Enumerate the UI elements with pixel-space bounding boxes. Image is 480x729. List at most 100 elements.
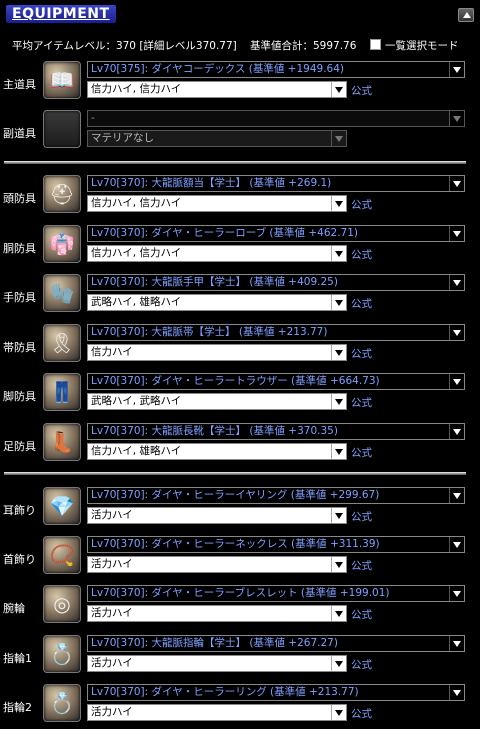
feet-armor-icon: 👢 (43, 423, 81, 461)
materia-select[interactable]: 活力ハイ (87, 605, 347, 622)
body-armor-icon: 👘 (43, 225, 81, 263)
item-select[interactable]: Lv70[370]: ダイヤ・ヒーラートラウザー (基準値 +664.73) (87, 373, 465, 390)
chevron-down-icon (331, 394, 346, 409)
official-link[interactable]: 公式 (351, 83, 372, 98)
item-select[interactable]: Lv70[370]: 大龍脈指輪【学士】 (基準値 +267.27) (87, 635, 465, 652)
item-select[interactable]: Lv70[370]: 大龍脈額当【学士】 (基準値 +269.1) (87, 175, 465, 192)
materia-select[interactable]: 活力ハイ (87, 655, 347, 672)
chevron-down-icon (449, 537, 464, 552)
chevron-down-icon (449, 176, 464, 191)
chevron-down-icon (331, 131, 346, 146)
materia-select[interactable]: マテリアなし (87, 130, 347, 147)
official-link[interactable]: 公式 (351, 296, 372, 311)
leg-armor-icon: 👖 (43, 373, 81, 411)
item-select[interactable]: Lv70[370]: 大龍脈帯【学士】 (基準値 +213.77) (87, 324, 465, 341)
official-link[interactable]: 公式 (351, 395, 372, 410)
materia-select[interactable]: 信力ハイ, 信力ハイ (87, 195, 347, 212)
equipment-row: 主道具 📖 Lv70[375]: ダイヤコーデックス (基準値 +1949.64) 信… (0, 60, 480, 106)
materia-select[interactable]: 武略ハイ, 武略ハイ (87, 393, 347, 410)
item-select-value: Lv70[370]: 大龍脈長靴【学士】 (基準値 +370.35) (91, 425, 338, 437)
materia-select[interactable]: 信力ハイ, 雄略ハイ (87, 443, 347, 460)
materia-select[interactable]: 信力ハイ, 信力ハイ (87, 81, 347, 98)
equipment-row: 首飾り 📿 Lv70[370]: ダイヤ・ヒーラーネックレス (基準値 +311.3… (0, 535, 480, 581)
slot-label: 手防具 (3, 291, 36, 304)
materia-select[interactable]: 活力ハイ (87, 556, 347, 573)
official-link[interactable]: 公式 (351, 509, 372, 524)
slot-label: 帯防具 (3, 341, 36, 354)
item-select[interactable]: Lv70[370]: ダイヤ・ヒーラーブレスレット (基準値 +199.01) (87, 585, 465, 602)
equipment-row: 胴防具 👘 Lv70[370]: ダイヤ・ヒーラーローブ (基準値 +462.71)… (0, 224, 480, 270)
base-value-total: 基準値合計：5997.76 (250, 40, 357, 52)
materia-select-value: 活力ハイ (91, 558, 133, 570)
list-mode-checkbox[interactable] (370, 39, 381, 50)
materia-select[interactable]: 活力ハイ (87, 507, 347, 524)
slot-label: 腕輪 (3, 602, 25, 615)
hand-armor-icon: 🧤 (43, 274, 81, 312)
official-link[interactable]: 公式 (351, 657, 372, 672)
equipment-row: 耳飾り 💎 Lv70[370]: ダイヤ・ヒーラーイヤリング (基準値 +299.6… (0, 486, 480, 532)
equipment-row: 指輪2 💍 Lv70[370]: ダイヤ・ヒーラーリング (基準値 +213.77)… (0, 683, 480, 729)
slot-label: 指輪2 (3, 701, 32, 714)
chevron-down-icon (449, 226, 464, 241)
chevron-down-icon (331, 508, 346, 523)
item-select[interactable]: Lv70[370]: 大龍脈長靴【学士】 (基準値 +370.35) (87, 423, 465, 440)
item-select-value: Lv70[370]: 大龍脈指輪【学士】 (基準値 +267.27) (91, 637, 338, 649)
materia-select[interactable]: 活力ハイ (87, 704, 347, 721)
summary-bar: 平均アイテムレベル：370 [詳細レベル370.77] 基準値合計：5997.7… (12, 38, 472, 52)
item-select[interactable]: Lv70[370]: 大龍脈手甲【学士】 (基準値 +409.25) (87, 274, 465, 291)
chevron-down-icon (449, 586, 464, 601)
item-select-value: Lv70[375]: ダイヤコーデックス (基準値 +1949.64) (91, 63, 344, 75)
item-select[interactable]: Lv70[370]: ダイヤ・ヒーラーローブ (基準値 +462.71) (87, 225, 465, 242)
materia-select-value: 信力ハイ, 信力ハイ (91, 247, 182, 259)
item-select[interactable]: Lv70[375]: ダイヤコーデックス (基準値 +1949.64) (87, 61, 465, 78)
official-link[interactable]: 公式 (351, 197, 372, 212)
list-mode-label: 一覧選択モード (385, 40, 459, 52)
materia-select-value: 信力ハイ, 信力ハイ (91, 83, 182, 95)
item-select-value: Lv70[370]: ダイヤ・ヒーラートラウザー (基準値 +664.73) (91, 375, 380, 387)
item-select-value: - (91, 112, 95, 124)
materia-select-value: 信力ハイ (91, 346, 133, 358)
official-link[interactable]: 公式 (351, 247, 372, 262)
item-select[interactable]: Lv70[370]: ダイヤ・ヒーラーイヤリング (基準値 +299.67) (87, 487, 465, 504)
official-link[interactable]: 公式 (351, 445, 372, 460)
panel-title: EQUIPMENT (6, 5, 116, 23)
slot-label: 副道具 (3, 127, 36, 140)
materia-select[interactable]: 信力ハイ, 信力ハイ (87, 245, 347, 262)
chevron-down-icon (449, 275, 464, 290)
official-link[interactable]: 公式 (351, 346, 372, 361)
section-divider (4, 161, 466, 164)
chevron-down-icon (449, 636, 464, 651)
slot-label: 脚防具 (3, 390, 36, 403)
chevron-down-icon (449, 488, 464, 503)
item-select-value: Lv70[370]: ダイヤ・ヒーラーローブ (基準値 +462.71) (91, 227, 358, 239)
chevron-down-icon (331, 295, 346, 310)
chevron-down-icon (331, 82, 346, 97)
materia-select-value: 武略ハイ, 雄略ハイ (91, 296, 182, 308)
chevron-down-icon (331, 705, 346, 720)
materia-select[interactable]: 武略ハイ, 雄略ハイ (87, 294, 347, 311)
chevron-down-icon (331, 656, 346, 671)
item-select[interactable]: Lv70[370]: ダイヤ・ヒーラーリング (基準値 +213.77) (87, 684, 465, 701)
materia-select-value: 活力ハイ (91, 706, 133, 718)
collapse-up-icon[interactable] (458, 8, 474, 22)
official-link[interactable]: 公式 (351, 706, 372, 721)
materia-select[interactable]: 信力ハイ (87, 344, 347, 361)
item-select-value: Lv70[370]: ダイヤ・ヒーラーネックレス (基準値 +311.39) (91, 538, 380, 550)
item-select-value: Lv70[370]: ダイヤ・ヒーラーリング (基準値 +213.77) (91, 686, 359, 698)
necklace-icon: 📿 (43, 536, 81, 574)
slot-label: 主道具 (3, 78, 36, 91)
head-armor-icon: ⛑ (43, 175, 81, 213)
materia-select-value: 武略ハイ, 武略ハイ (91, 395, 182, 407)
item-select[interactable]: - (87, 110, 465, 127)
equipment-row: 脚防具 👖 Lv70[370]: ダイヤ・ヒーラートラウザー (基準値 +664.7… (0, 372, 480, 418)
equipment-row: 指輪1 💍 Lv70[370]: 大龍脈指輪【学士】 (基準値 +267.27) 活力… (0, 634, 480, 680)
ring-icon: 💍 (43, 635, 81, 673)
chevron-down-icon (449, 424, 464, 439)
slot-label: 首飾り (3, 553, 36, 566)
official-link[interactable]: 公式 (351, 558, 372, 573)
materia-select-value: 信力ハイ, 信力ハイ (91, 197, 182, 209)
official-link[interactable]: 公式 (351, 607, 372, 622)
item-select[interactable]: Lv70[370]: ダイヤ・ヒーラーネックレス (基準値 +311.39) (87, 536, 465, 553)
item-select-value: Lv70[370]: ダイヤ・ヒーラーイヤリング (基準値 +299.67) (91, 489, 380, 501)
bracelet-icon: ◎ (43, 585, 81, 623)
